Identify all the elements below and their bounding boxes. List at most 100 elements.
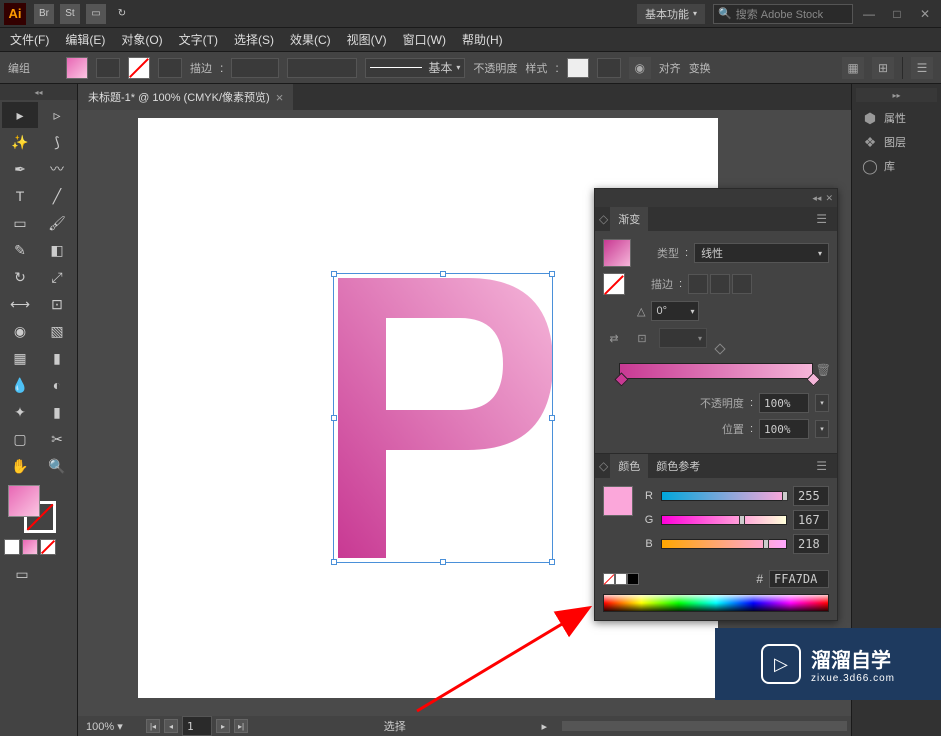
line-tool[interactable]: ╱ — [39, 183, 75, 209]
rectangle-tool[interactable]: ▭ — [2, 210, 38, 236]
gradient-stroke-swatch[interactable] — [603, 273, 625, 295]
maximize-button[interactable]: □ — [885, 4, 909, 24]
magic-wand-tool[interactable]: ✨ — [2, 129, 38, 155]
document-tab[interactable]: 未标题-1* @ 100% (CMYK/像素预览) × — [78, 84, 293, 110]
stop-location-input[interactable]: 100% — [759, 419, 809, 439]
panel-menu-icon[interactable]: ☰ — [810, 212, 833, 226]
color-mode-solid[interactable] — [4, 539, 20, 555]
isolation-icon[interactable]: ▦ — [842, 57, 864, 79]
gradient-slider[interactable] — [619, 363, 813, 379]
menu-help[interactable]: 帮助(H) — [454, 31, 511, 48]
none-white-black-swatches[interactable] — [603, 573, 639, 585]
color-guide-tab[interactable]: 颜色参考 — [648, 454, 708, 478]
stroke-across-icon[interactable] — [732, 274, 752, 294]
menu-view[interactable]: 视图(V) — [339, 31, 395, 48]
g-slider[interactable] — [661, 515, 787, 525]
mesh-tool[interactable]: ▦ — [2, 345, 38, 371]
hex-input[interactable]: FFA7DA — [769, 570, 829, 588]
zoom-level[interactable]: 100% ▾ — [82, 720, 142, 733]
blend-tool[interactable]: ◐ — [39, 372, 75, 398]
g-value-input[interactable]: 167 — [793, 510, 829, 530]
stock-icon[interactable]: St — [60, 4, 80, 24]
fill-swatch[interactable] — [66, 57, 88, 79]
artboard-number[interactable]: 1 — [182, 716, 212, 736]
stroke-along-icon[interactable] — [710, 274, 730, 294]
gradient-tool[interactable]: ▮ — [39, 345, 75, 371]
color-tab[interactable]: 颜色 — [610, 454, 648, 478]
menu-edit[interactable]: 编辑(E) — [57, 31, 113, 48]
brush-definition[interactable]: 基本▾ — [365, 58, 465, 78]
fill-stroke-indicator[interactable] — [8, 485, 56, 533]
free-transform-tool[interactable]: ⊡ — [39, 291, 75, 317]
align-label[interactable]: 对齐 — [659, 60, 681, 76]
aspect-ratio-icon[interactable]: ⊡ — [631, 327, 653, 349]
fill-dropdown[interactable] — [96, 58, 120, 78]
eraser-tool[interactable]: ◧ — [39, 237, 75, 263]
b-slider[interactable] — [661, 539, 787, 549]
bridge-icon[interactable]: Br — [34, 4, 54, 24]
panel-menu-icon[interactable]: ☰ — [911, 57, 933, 79]
type-tool[interactable]: T — [2, 183, 38, 209]
eyedropper-tool[interactable]: 💧 — [2, 372, 38, 398]
gradient-stop-left[interactable] — [614, 372, 628, 386]
color-mode-gradient[interactable] — [22, 539, 38, 555]
stroke-within-icon[interactable] — [688, 274, 708, 294]
menu-type[interactable]: 文字(T) — [171, 31, 226, 48]
r-slider[interactable] — [661, 491, 787, 501]
slice-tool[interactable]: ✂ — [39, 426, 75, 452]
horizontal-scrollbar[interactable] — [562, 721, 848, 731]
menu-file[interactable]: 文件(F) — [2, 31, 57, 48]
menu-select[interactable]: 选择(S) — [226, 31, 282, 48]
scale-tool[interactable]: ⤢ — [39, 264, 75, 290]
properties-panel-button[interactable]: ⬢ 属性 — [856, 106, 937, 130]
libraries-panel-button[interactable]: ◯ 库 — [856, 154, 937, 178]
fill-indicator[interactable] — [8, 485, 40, 517]
last-artboard[interactable]: ▸| — [234, 719, 248, 733]
edit-contents-icon[interactable]: ⊞ — [872, 57, 894, 79]
zoom-tool[interactable]: 🔍 — [39, 453, 75, 479]
layers-panel-button[interactable]: ❖ 图层 — [856, 130, 937, 154]
menu-effect[interactable]: 效果(C) — [282, 31, 339, 48]
shape-builder-tool[interactable]: ◉ — [2, 318, 38, 344]
color-mode-none[interactable] — [40, 539, 56, 555]
opacity-dropdown-arrow[interactable]: ▾ — [815, 394, 829, 412]
color-panel-menu-icon[interactable]: ☰ — [810, 459, 833, 473]
search-input[interactable]: 🔍 搜索 Adobe Stock — [713, 4, 853, 24]
hand-tool[interactable]: ✋ — [2, 453, 38, 479]
menu-window[interactable]: 窗口(W) — [395, 31, 454, 48]
toolbar-collapse[interactable]: ◂◂ — [0, 84, 77, 100]
close-button[interactable]: ✕ — [913, 4, 937, 24]
prev-artboard[interactable]: ◂ — [164, 719, 178, 733]
var-width-dropdown[interactable] — [287, 58, 357, 78]
transform-label[interactable]: 变换 — [689, 60, 711, 76]
panels-collapse[interactable]: ▸▸ — [856, 88, 937, 102]
direct-selection-tool[interactable]: ▹ — [39, 102, 75, 128]
next-artboard[interactable]: ▸ — [216, 719, 230, 733]
graphic-style[interactable] — [567, 58, 589, 78]
lasso-tool[interactable]: ⟆ — [39, 129, 75, 155]
delete-stop-icon[interactable]: 🗑 — [816, 363, 831, 377]
letter-p-object[interactable] — [338, 278, 553, 558]
draw-mode[interactable]: ▭ — [4, 561, 40, 587]
curvature-tool[interactable]: 〰 — [39, 156, 75, 182]
stroke-swatch[interactable] — [128, 57, 150, 79]
close-tab-icon[interactable]: × — [276, 90, 284, 105]
workspace-switcher[interactable]: 基本功能▾ — [637, 4, 705, 24]
color-preview[interactable] — [603, 486, 633, 516]
gradient-preview[interactable] — [603, 239, 631, 267]
gradient-type-dropdown[interactable]: 线性▾ — [694, 243, 829, 263]
shaper-tool[interactable]: ✎ — [2, 237, 38, 263]
symbol-sprayer-tool[interactable]: ✦ — [2, 399, 38, 425]
first-artboard[interactable]: |◂ — [146, 719, 160, 733]
stroke-weight-dropdown[interactable] — [231, 58, 279, 78]
recolor-icon[interactable]: ◉ — [629, 57, 651, 79]
paintbrush-tool[interactable]: 🖌 — [39, 210, 75, 236]
pen-tool[interactable]: ✒ — [2, 156, 38, 182]
reverse-gradient-icon[interactable]: ⇄ — [603, 327, 625, 349]
scroll-right-icon[interactable]: ▸ — [542, 720, 558, 733]
menu-object[interactable]: 对象(O) — [113, 31, 170, 48]
gradient-tab[interactable]: 渐变 — [610, 207, 648, 231]
panel-collapse-icon[interactable]: ◂◂ — [812, 193, 821, 204]
column-graph-tool[interactable]: ▮ — [39, 399, 75, 425]
r-value-input[interactable]: 255 — [793, 486, 829, 506]
